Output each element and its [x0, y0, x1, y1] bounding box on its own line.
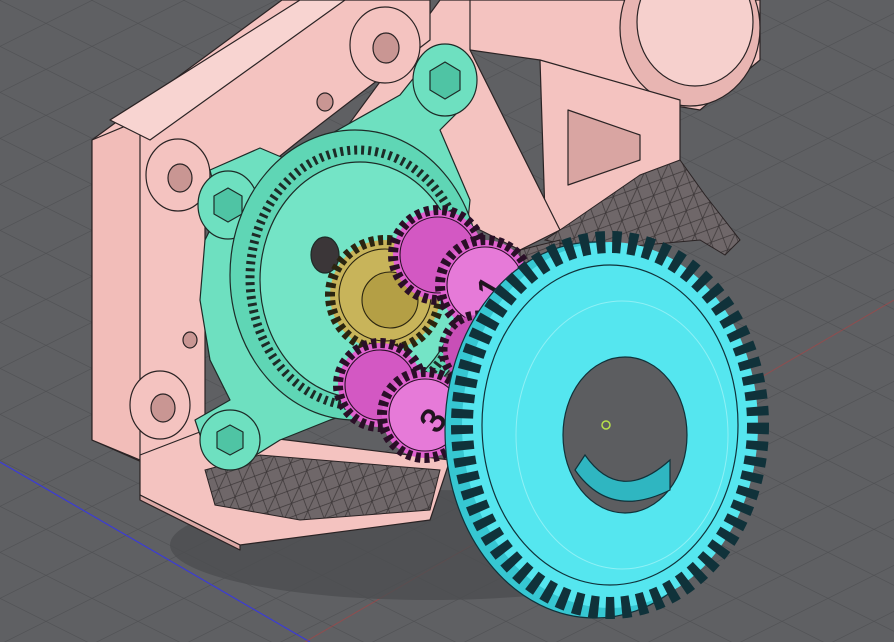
mount-hole-top: [372, 32, 400, 64]
cad-3d-viewport[interactable]: 1 3: [0, 0, 894, 642]
output-gear[interactable]: [444, 231, 769, 619]
model-scene[interactable]: 1 3: [0, 0, 894, 642]
mount-hole-left: [167, 163, 193, 193]
hex-socket-left: [213, 187, 243, 223]
mount-hole-bottom: [150, 393, 176, 423]
hex-socket-bottom: [216, 424, 244, 456]
plate-hole-small-2: [182, 331, 198, 349]
plate-hole-small-1: [316, 92, 334, 112]
